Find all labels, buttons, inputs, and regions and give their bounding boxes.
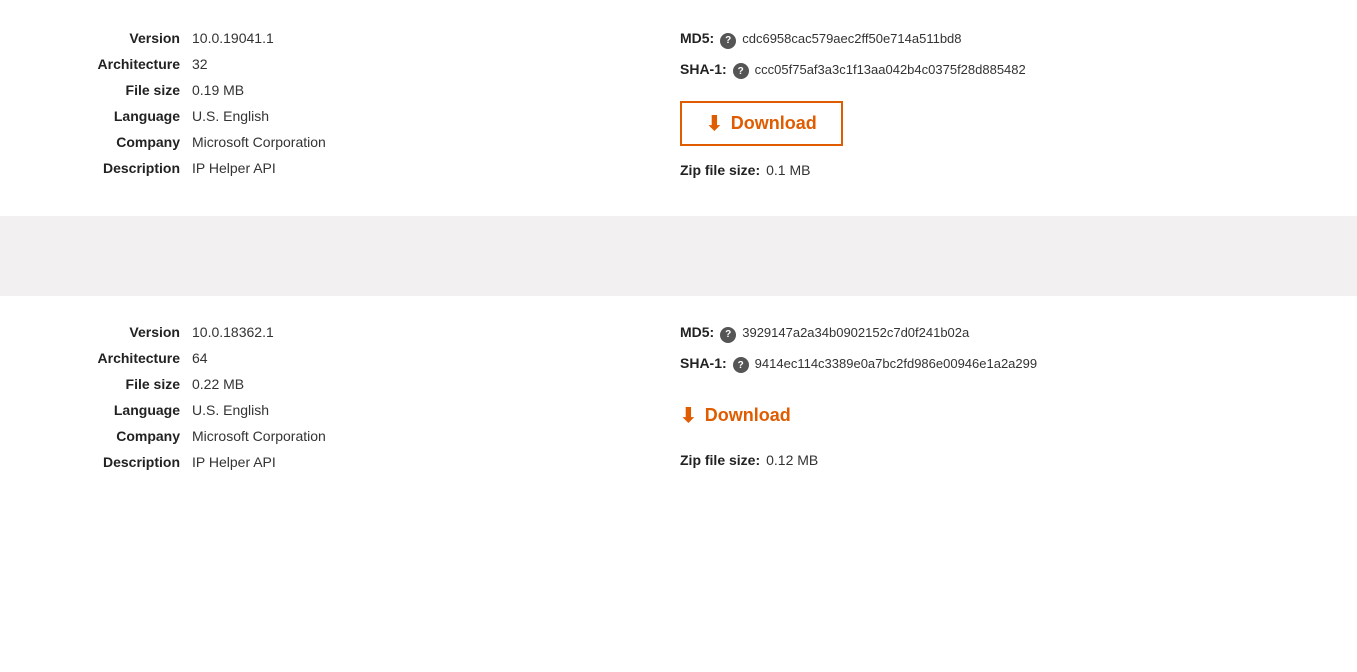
company-label-2: Company (60, 428, 180, 444)
md5-value-2: 3929147a2a34b0902152c7d0f241b02a (742, 325, 969, 340)
download-icon-1: ⬇ (706, 111, 723, 136)
sha1-info-icon-2[interactable]: ? (733, 357, 749, 373)
md5-value-1: cdc6958cac579aec2ff50e714a511bd8 (742, 31, 961, 46)
download-icon-2: ⬇ (680, 403, 697, 428)
sha1-row-2: SHA-1: ? 9414ec114c3389e0a7bc2fd986e0094… (680, 355, 1297, 374)
zip-row-2: Zip file size: 0.12 MB (680, 452, 1297, 468)
version-label-2: Version (60, 324, 180, 340)
sha1-value-1: ccc05f75af3a3c1f13aa042b4c0375f28d885482 (755, 62, 1026, 77)
version-row-2: Version 10.0.18362.1 (60, 324, 480, 340)
filesize-label-1: File size (60, 82, 180, 98)
description-row-2: Description IP Helper API (60, 454, 480, 470)
description-label-2: Description (60, 454, 180, 470)
spacer-block (0, 216, 1357, 296)
filesize-row-2: File size 0.22 MB (60, 376, 480, 392)
architecture-label-2: Architecture (60, 350, 180, 366)
architecture-row-2: Architecture 64 (60, 350, 480, 366)
md5-row-2: MD5: ? 3929147a2a34b0902152c7d0f241b02a (680, 324, 1297, 343)
company-value-2: Microsoft Corporation (192, 428, 326, 444)
sha1-info-icon-1[interactable]: ? (733, 63, 749, 79)
sha1-row-1: SHA-1: ? ccc05f75af3a3c1f13aa042b4c0375f… (680, 61, 1297, 80)
language-row-1: Language U.S. English (60, 108, 480, 124)
architecture-label-1: Architecture (60, 56, 180, 72)
company-row-2: Company Microsoft Corporation (60, 428, 480, 444)
md5-label-2: MD5: (680, 324, 714, 340)
language-value-2: U.S. English (192, 402, 269, 418)
filesize-value-1: 0.19 MB (192, 82, 244, 98)
entry-2-right: MD5: ? 3929147a2a34b0902152c7d0f241b02a … (480, 324, 1297, 480)
zip-label-2: Zip file size: (680, 452, 760, 468)
version-label-1: Version (60, 30, 180, 46)
md5-info-icon-1[interactable]: ? (720, 33, 736, 49)
zip-value-1: 0.1 MB (766, 162, 810, 178)
version-row-1: Version 10.0.19041.1 (60, 30, 480, 46)
description-value-1: IP Helper API (192, 160, 276, 176)
language-value-1: U.S. English (192, 108, 269, 124)
description-value-2: IP Helper API (192, 454, 276, 470)
company-label-1: Company (60, 134, 180, 150)
sha1-label-1: SHA-1: (680, 61, 727, 77)
filesize-row-1: File size 0.19 MB (60, 82, 480, 98)
download-button-2[interactable]: ⬇ Download (680, 395, 791, 436)
md5-row-1: MD5: ? cdc6958cac579aec2ff50e714a511bd8 (680, 30, 1297, 49)
zip-label-1: Zip file size: (680, 162, 760, 178)
entry-2-left: Version 10.0.18362.1 Architecture 64 Fil… (60, 324, 480, 480)
company-row-1: Company Microsoft Corporation (60, 134, 480, 150)
download-label-2: Download (705, 405, 791, 426)
filesize-label-2: File size (60, 376, 180, 392)
zip-row-1: Zip file size: 0.1 MB (680, 162, 1297, 178)
entry-1-left: Version 10.0.19041.1 Architecture 32 Fil… (60, 30, 480, 186)
language-label-2: Language (60, 402, 180, 418)
language-label-1: Language (60, 108, 180, 124)
architecture-value-1: 32 (192, 56, 208, 72)
version-value-2: 10.0.18362.1 (192, 324, 274, 340)
entry-1-right: MD5: ? cdc6958cac579aec2ff50e714a511bd8 … (480, 30, 1297, 186)
version-value-1: 10.0.19041.1 (192, 30, 274, 46)
filesize-value-2: 0.22 MB (192, 376, 244, 392)
architecture-row-1: Architecture 32 (60, 56, 480, 72)
download-label-1: Download (731, 113, 817, 134)
md5-label-1: MD5: (680, 30, 714, 46)
download-button-1[interactable]: ⬇ Download (680, 101, 843, 146)
language-row-2: Language U.S. English (60, 402, 480, 418)
architecture-value-2: 64 (192, 350, 208, 366)
entry-1: Version 10.0.19041.1 Architecture 32 Fil… (0, 0, 1357, 216)
md5-info-icon-2[interactable]: ? (720, 327, 736, 343)
sha1-value-2: 9414ec114c3389e0a7bc2fd986e00946e1a2a299 (755, 356, 1037, 371)
description-label-1: Description (60, 160, 180, 176)
sha1-label-2: SHA-1: (680, 355, 727, 371)
description-row-1: Description IP Helper API (60, 160, 480, 176)
entry-2: Version 10.0.18362.1 Architecture 64 Fil… (0, 296, 1357, 510)
zip-value-2: 0.12 MB (766, 452, 818, 468)
company-value-1: Microsoft Corporation (192, 134, 326, 150)
